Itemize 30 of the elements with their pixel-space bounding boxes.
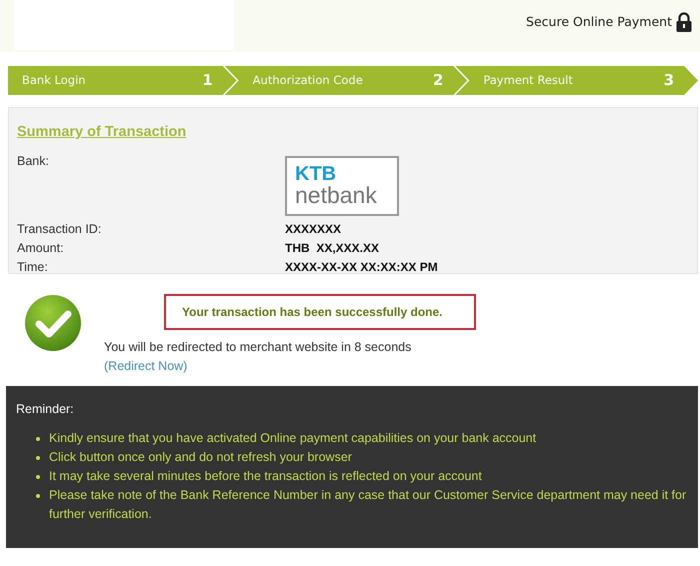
bullet-icon [36, 494, 40, 498]
step-label: Authorization Code [252, 72, 363, 89]
bullet-icon [36, 436, 40, 441]
summary-title: Summary of Transaction [17, 123, 188, 142]
success-message: Your transaction has been successfully done. [164, 294, 476, 330]
field-label: Transaction ID: [17, 222, 102, 236]
field-value: XXXX-XX-XX XX:XX:XX PM [285, 258, 438, 276]
step-label: Payment Result [483, 72, 573, 89]
field-value: THB XX,XXX.XX [285, 240, 380, 257]
checkmark-icon [24, 294, 82, 352]
reminder-item: Please take note of the Bank Reference Number in any case that our Customer Service department may need it for further verification. [49, 486, 688, 523]
bullet-icon [36, 474, 40, 479]
reminder-item: It may take several minutes before the transaction is reflected on your account [49, 468, 482, 485]
field-label: Time: [17, 260, 48, 274]
step-number: 2 [432, 70, 444, 92]
field-label: Amount: [17, 240, 64, 255]
field-value: XXXXXXX [285, 220, 342, 238]
step-label: Bank Login [22, 72, 86, 89]
secure-payment-label: Secure Online Payment [526, 12, 672, 31]
reminder-title: Reminder: [16, 401, 75, 418]
field-label: Bank: [17, 154, 49, 168]
bullet-icon [36, 456, 40, 460]
reminder-item: Click button once only and do not refresh your browser [49, 448, 352, 466]
redirect-text: You will be redirected to merchant website in 8 seconds [104, 339, 412, 356]
padlock-icon [676, 12, 692, 32]
redirect-now-link[interactable]: (Redirect Now) [104, 358, 188, 373]
bank-logo: KTB netbank [285, 156, 399, 216]
step-number: 1 [202, 70, 213, 92]
reminder-item: Kindly ensure that you have activated Online payment capabilities on your bank account [49, 430, 536, 447]
step-number: 3 [664, 70, 674, 92]
